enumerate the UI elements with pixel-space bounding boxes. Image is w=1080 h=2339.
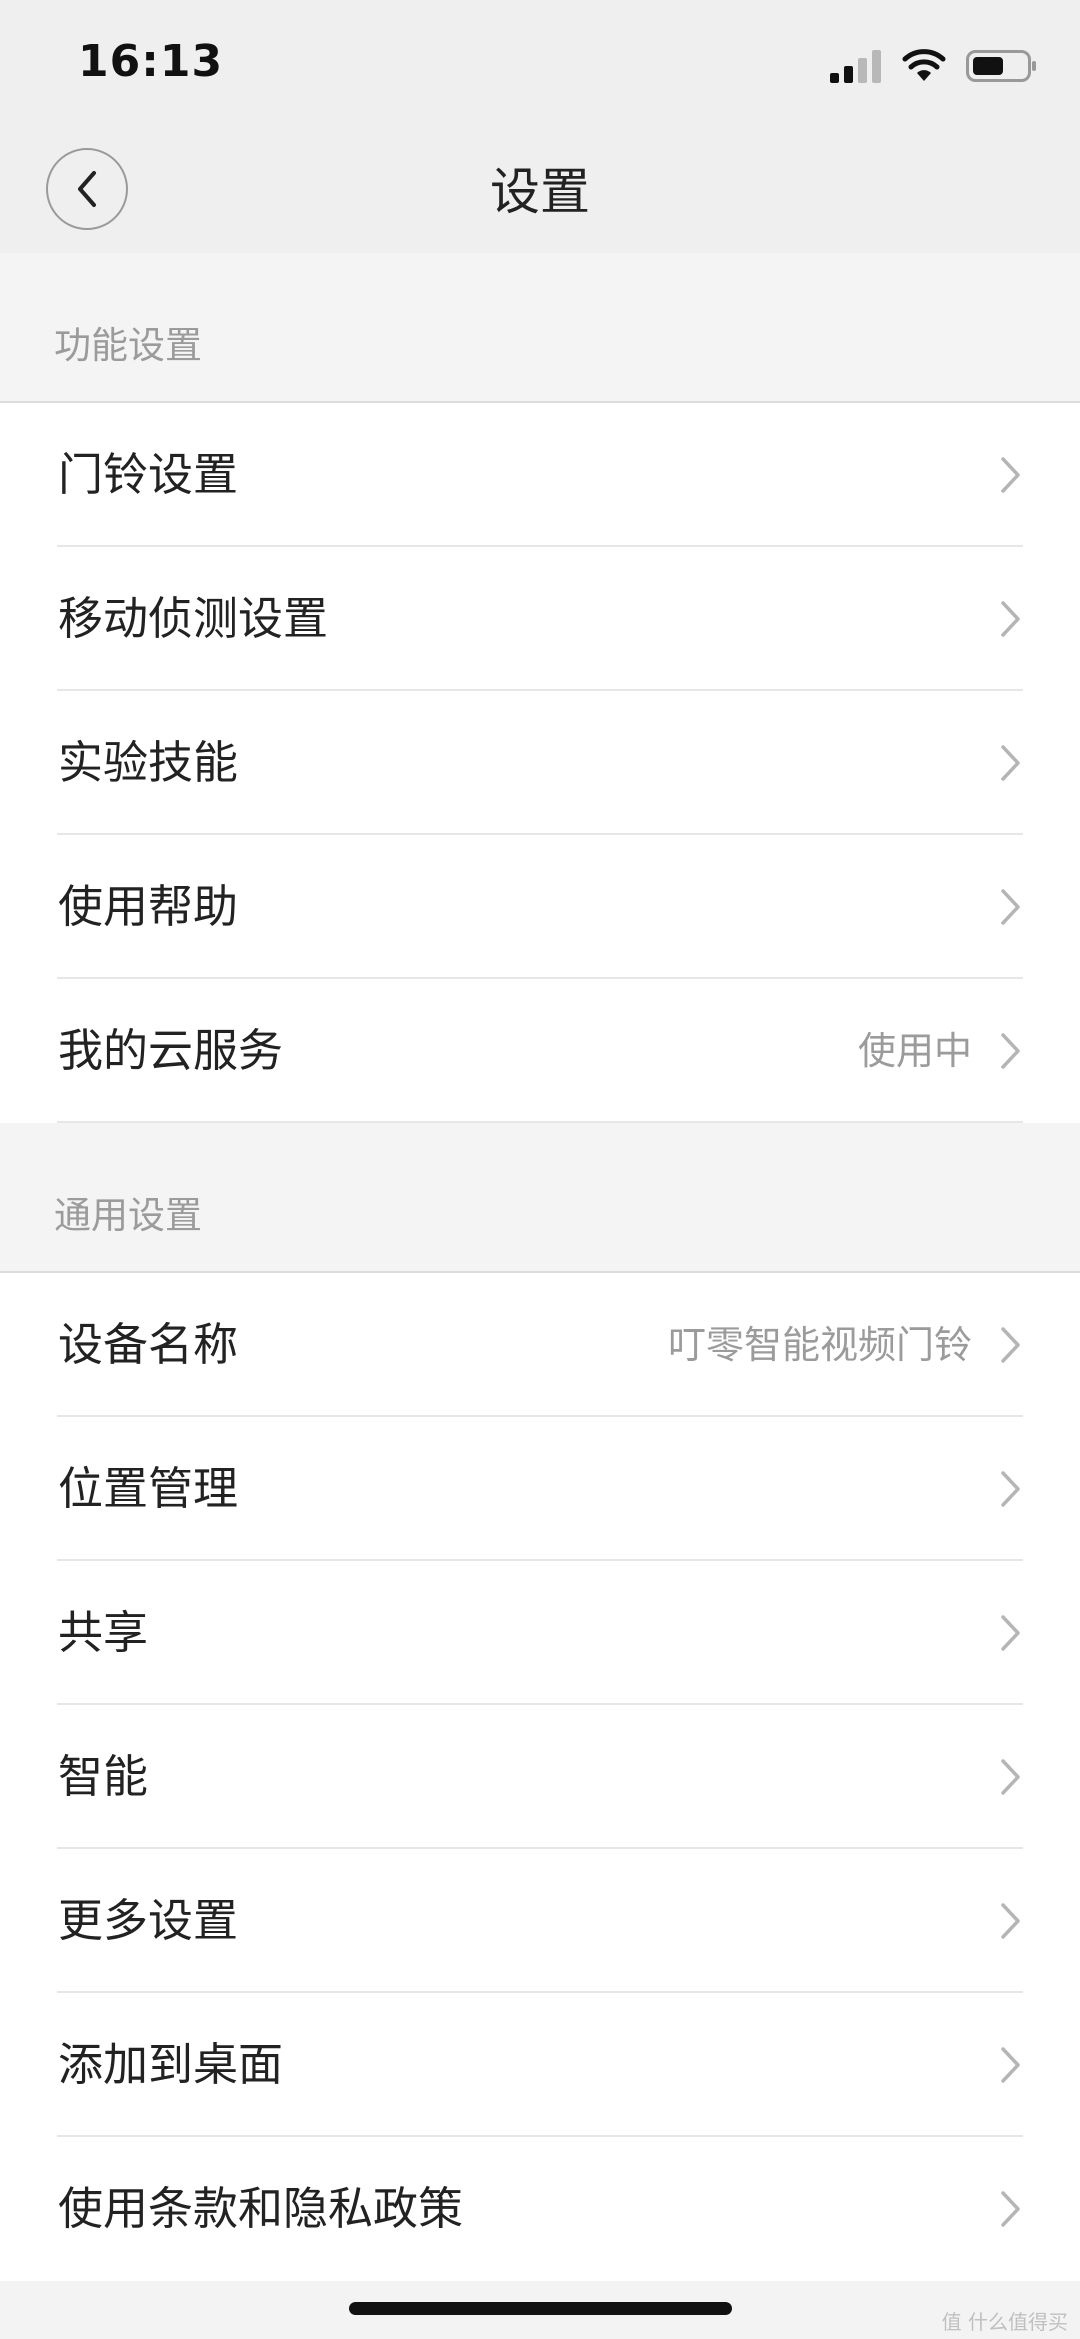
chevron-right-icon xyxy=(1001,1327,1020,1363)
row-motion-detection-settings[interactable]: 移动侦测设置 xyxy=(0,547,1080,691)
settings-page: 16:13 设置 功能设置 门铃设置 移动侦测设置 实验技能 使用帮助 我的云服… xyxy=(0,0,1080,2339)
chevron-right-icon xyxy=(1001,457,1020,493)
row-usage-help[interactable]: 使用帮助 xyxy=(0,835,1080,979)
row-terms-and-privacy[interactable]: 使用条款和隐私政策 xyxy=(0,2137,1080,2281)
general-settings-group: 设备名称 叮零智能视频门铃 位置管理 共享 智能 更多设置 添加到桌面 使用条款… xyxy=(0,1273,1080,2281)
section-header-general: 通用设置 xyxy=(0,1123,1080,1273)
row-label: 智能 xyxy=(58,1750,149,1803)
row-add-to-desktop[interactable]: 添加到桌面 xyxy=(0,1993,1080,2137)
back-button[interactable] xyxy=(46,148,128,230)
function-settings-group: 门铃设置 移动侦测设置 实验技能 使用帮助 我的云服务 使用中 xyxy=(0,403,1080,1123)
chevron-right-icon xyxy=(1001,1759,1020,1795)
battery-icon xyxy=(966,50,1036,82)
chevron-left-icon xyxy=(78,171,96,207)
status-time: 16:13 xyxy=(78,36,224,87)
chevron-right-icon xyxy=(1001,2047,1020,2083)
chevron-right-icon xyxy=(1001,1903,1020,1939)
row-experimental-skills[interactable]: 实验技能 xyxy=(0,691,1080,835)
section-header-label: 通用设置 xyxy=(54,1194,202,1237)
status-bar: 16:13 xyxy=(0,0,1080,132)
row-label: 更多设置 xyxy=(58,1894,239,1947)
wifi-icon xyxy=(902,49,946,81)
chevron-right-icon xyxy=(1001,1471,1020,1507)
row-more-settings[interactable]: 更多设置 xyxy=(0,1849,1080,1993)
chevron-right-icon xyxy=(1001,889,1020,925)
row-my-cloud-service[interactable]: 我的云服务 使用中 xyxy=(0,979,1080,1123)
row-label: 使用帮助 xyxy=(58,880,239,933)
row-label: 位置管理 xyxy=(58,1462,239,1515)
row-label: 移动侦测设置 xyxy=(58,592,329,645)
row-value: 叮零智能视频门铃 xyxy=(667,1323,972,1367)
row-label: 门铃设置 xyxy=(58,448,239,501)
status-icons xyxy=(830,44,1038,88)
row-smart[interactable]: 智能 xyxy=(0,1705,1080,1849)
row-device-name[interactable]: 设备名称 叮零智能视频门铃 xyxy=(0,1273,1080,1417)
row-label: 实验技能 xyxy=(58,736,239,789)
row-location-management[interactable]: 位置管理 xyxy=(0,1417,1080,1561)
row-doorbell-settings[interactable]: 门铃设置 xyxy=(0,403,1080,547)
home-indicator[interactable] xyxy=(349,2302,732,2315)
section-header-label: 功能设置 xyxy=(54,324,202,367)
row-label: 共享 xyxy=(58,1606,149,1659)
row-label: 设备名称 xyxy=(58,1318,239,1371)
row-label: 我的云服务 xyxy=(58,1024,284,1077)
row-share[interactable]: 共享 xyxy=(0,1561,1080,1705)
chevron-right-icon xyxy=(1001,2191,1020,2227)
row-label: 添加到桌面 xyxy=(58,2038,284,2091)
navigation-bar: 设置 xyxy=(0,132,1080,255)
chevron-right-icon xyxy=(1001,1615,1020,1651)
chevron-right-icon xyxy=(1001,1033,1020,1069)
chevron-right-icon xyxy=(1001,745,1020,781)
watermark: 值 什么值得买 xyxy=(941,2310,1068,2334)
row-value: 使用中 xyxy=(857,1029,972,1073)
section-header-function: 功能设置 xyxy=(0,253,1080,403)
chevron-right-icon xyxy=(1001,601,1020,637)
page-title: 设置 xyxy=(490,163,590,221)
signal-icon xyxy=(830,50,881,83)
row-label: 使用条款和隐私政策 xyxy=(58,2182,464,2235)
